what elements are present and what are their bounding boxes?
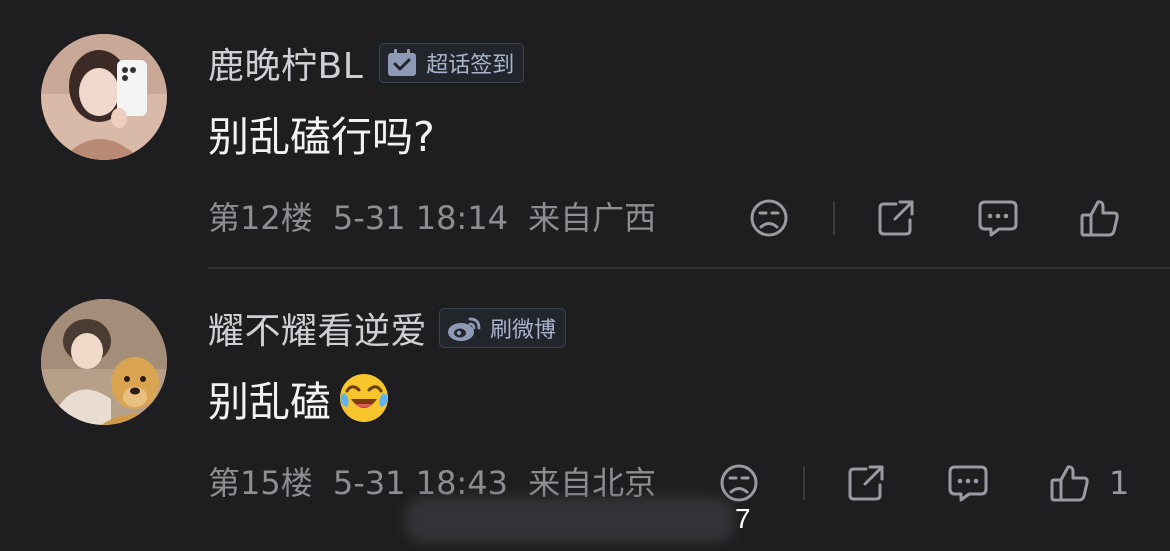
share-icon xyxy=(878,200,914,236)
thumbs-up-icon xyxy=(1050,465,1089,502)
thumbs-up-icon xyxy=(1080,200,1119,237)
frown-icon xyxy=(750,199,788,237)
comment-text-content: 别乱磕 xyxy=(208,378,331,426)
name-row: 耀不耀看逆爱 刷微博 xyxy=(208,302,567,354)
username[interactable]: 鹿晚柠BL xyxy=(208,37,363,89)
floor-number: 第15楼 xyxy=(208,464,313,502)
badge-label: 刷微博 xyxy=(490,318,557,343)
timestamp: 5-31 18:14 xyxy=(332,199,508,237)
comment-icon xyxy=(978,200,1018,237)
comment-meta: 第12楼 5-31 18:14 来自广西 xyxy=(208,196,656,240)
badge-label: 超话签到 xyxy=(426,53,515,78)
comment-item: 鹿晚柠BL 超话签到 别乱磕行吗? 第12楼 5-31 18:14 来自广西 xyxy=(0,0,1170,269)
avatar[interactable] xyxy=(41,299,167,425)
floor-number: 第12楼 xyxy=(208,199,313,237)
share-button[interactable] xyxy=(876,196,916,240)
share-icon xyxy=(848,465,884,501)
overlay-number: 7 xyxy=(735,503,751,534)
weibo-badge[interactable]: 刷微博 xyxy=(439,308,567,348)
avatar[interactable] xyxy=(41,34,167,160)
comment-text: 别乱磕 xyxy=(208,368,391,428)
share-button[interactable] xyxy=(846,461,886,505)
action-divider xyxy=(833,201,835,235)
comment-text-content: 别乱磕行吗? xyxy=(208,113,435,161)
reply-button[interactable] xyxy=(947,461,989,505)
dislike-button[interactable] xyxy=(749,196,789,240)
comment-list: 鹿晚柠BL 超话签到 别乱磕行吗? 第12楼 5-31 18:14 来自广西 耀… xyxy=(0,0,1170,551)
blurred-watermark xyxy=(405,497,735,543)
dislike-button[interactable] xyxy=(719,461,759,505)
reply-button[interactable] xyxy=(977,196,1019,240)
weibo-icon xyxy=(446,313,482,343)
location: 来自广西 xyxy=(528,199,657,237)
name-row: 鹿晚柠BL 超话签到 xyxy=(208,37,525,89)
like-button[interactable]: 1 xyxy=(1049,461,1129,505)
like-button[interactable] xyxy=(1079,196,1135,240)
supertopic-checkin-badge[interactable]: 超话签到 xyxy=(379,43,525,83)
action-divider xyxy=(803,466,805,500)
laughing-crying-emoji xyxy=(337,371,391,425)
checkin-calendar-icon xyxy=(386,49,418,77)
comment-text: 别乱磕行吗? xyxy=(208,105,435,161)
comment-icon xyxy=(948,465,988,502)
frown-icon xyxy=(720,464,758,502)
like-count: 1 xyxy=(1109,464,1130,502)
username[interactable]: 耀不耀看逆爱 xyxy=(208,302,427,354)
